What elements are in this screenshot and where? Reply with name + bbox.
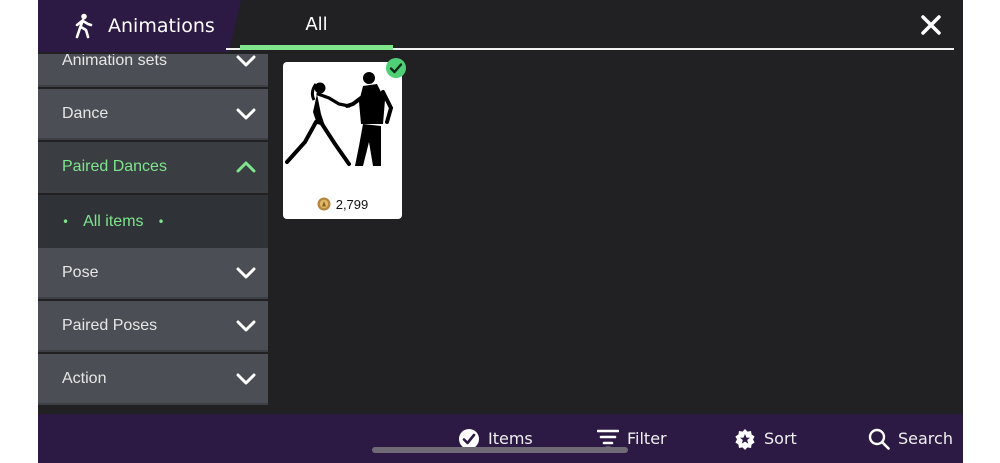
category-paired-dances[interactable]: Paired Dances xyxy=(38,142,268,193)
search-button[interactable]: Search xyxy=(868,414,953,463)
dancing-couple-silhouette xyxy=(285,72,394,166)
sort-button[interactable]: Sort xyxy=(734,414,797,463)
filter-button[interactable]: Filter xyxy=(597,414,667,463)
chevron-down-icon xyxy=(236,373,256,384)
category-label: Paired Poses xyxy=(62,316,158,334)
category-label: Action xyxy=(62,369,107,387)
title-tab: Animations xyxy=(38,0,241,52)
checkmark-badge-icon xyxy=(386,58,406,78)
category-label: Paired Dances xyxy=(62,157,167,175)
chevron-down-icon xyxy=(236,320,256,331)
category-dance[interactable]: Dance xyxy=(38,89,268,140)
chevron-down-icon xyxy=(236,267,256,278)
window-title: Animations xyxy=(108,15,215,37)
subcategory-all-items[interactable]: • All items • xyxy=(38,195,268,248)
items-label: Items xyxy=(488,429,533,448)
sort-label: Sort xyxy=(764,429,797,448)
subcategory-label: All items xyxy=(83,212,144,230)
search-label: Search xyxy=(898,429,953,448)
category-sidebar: Animation sets Dance Paired Dances • All… xyxy=(38,54,268,406)
bullet-icon: • xyxy=(157,214,165,229)
tab-all[interactable]: All xyxy=(240,0,393,48)
home-indicator[interactable] xyxy=(372,447,628,453)
item-price: 2,799 xyxy=(335,196,369,212)
walking-person-icon xyxy=(75,13,93,39)
coin-icon xyxy=(317,197,331,211)
price-row: 2,799 xyxy=(283,194,402,214)
category-pose[interactable]: Pose xyxy=(38,248,268,299)
chevron-down-icon xyxy=(236,108,256,119)
filter-label: Filter xyxy=(627,429,667,448)
category-label: Dance xyxy=(62,104,109,122)
category-animation-sets[interactable]: Animation sets xyxy=(38,54,268,87)
active-tab-indicator xyxy=(240,45,393,50)
search-icon xyxy=(868,428,890,450)
category-action[interactable]: Action xyxy=(38,354,268,405)
bullet-icon: • xyxy=(62,214,70,229)
items-button[interactable]: Items xyxy=(458,414,533,463)
category-label: Animation sets xyxy=(62,54,167,69)
chevron-up-icon xyxy=(236,161,256,172)
item-card[interactable]: 2,799 xyxy=(283,58,406,219)
sort-badge-icon xyxy=(735,428,755,450)
animations-window: Animations All Animation sets Dance Pair… xyxy=(38,0,963,463)
bottom-toolbar: Items Filter Sort Search xyxy=(38,414,963,463)
category-paired-poses[interactable]: Paired Poses xyxy=(38,301,268,352)
category-label: Pose xyxy=(62,263,99,281)
close-icon[interactable] xyxy=(916,10,946,40)
chevron-down-icon xyxy=(236,55,256,66)
